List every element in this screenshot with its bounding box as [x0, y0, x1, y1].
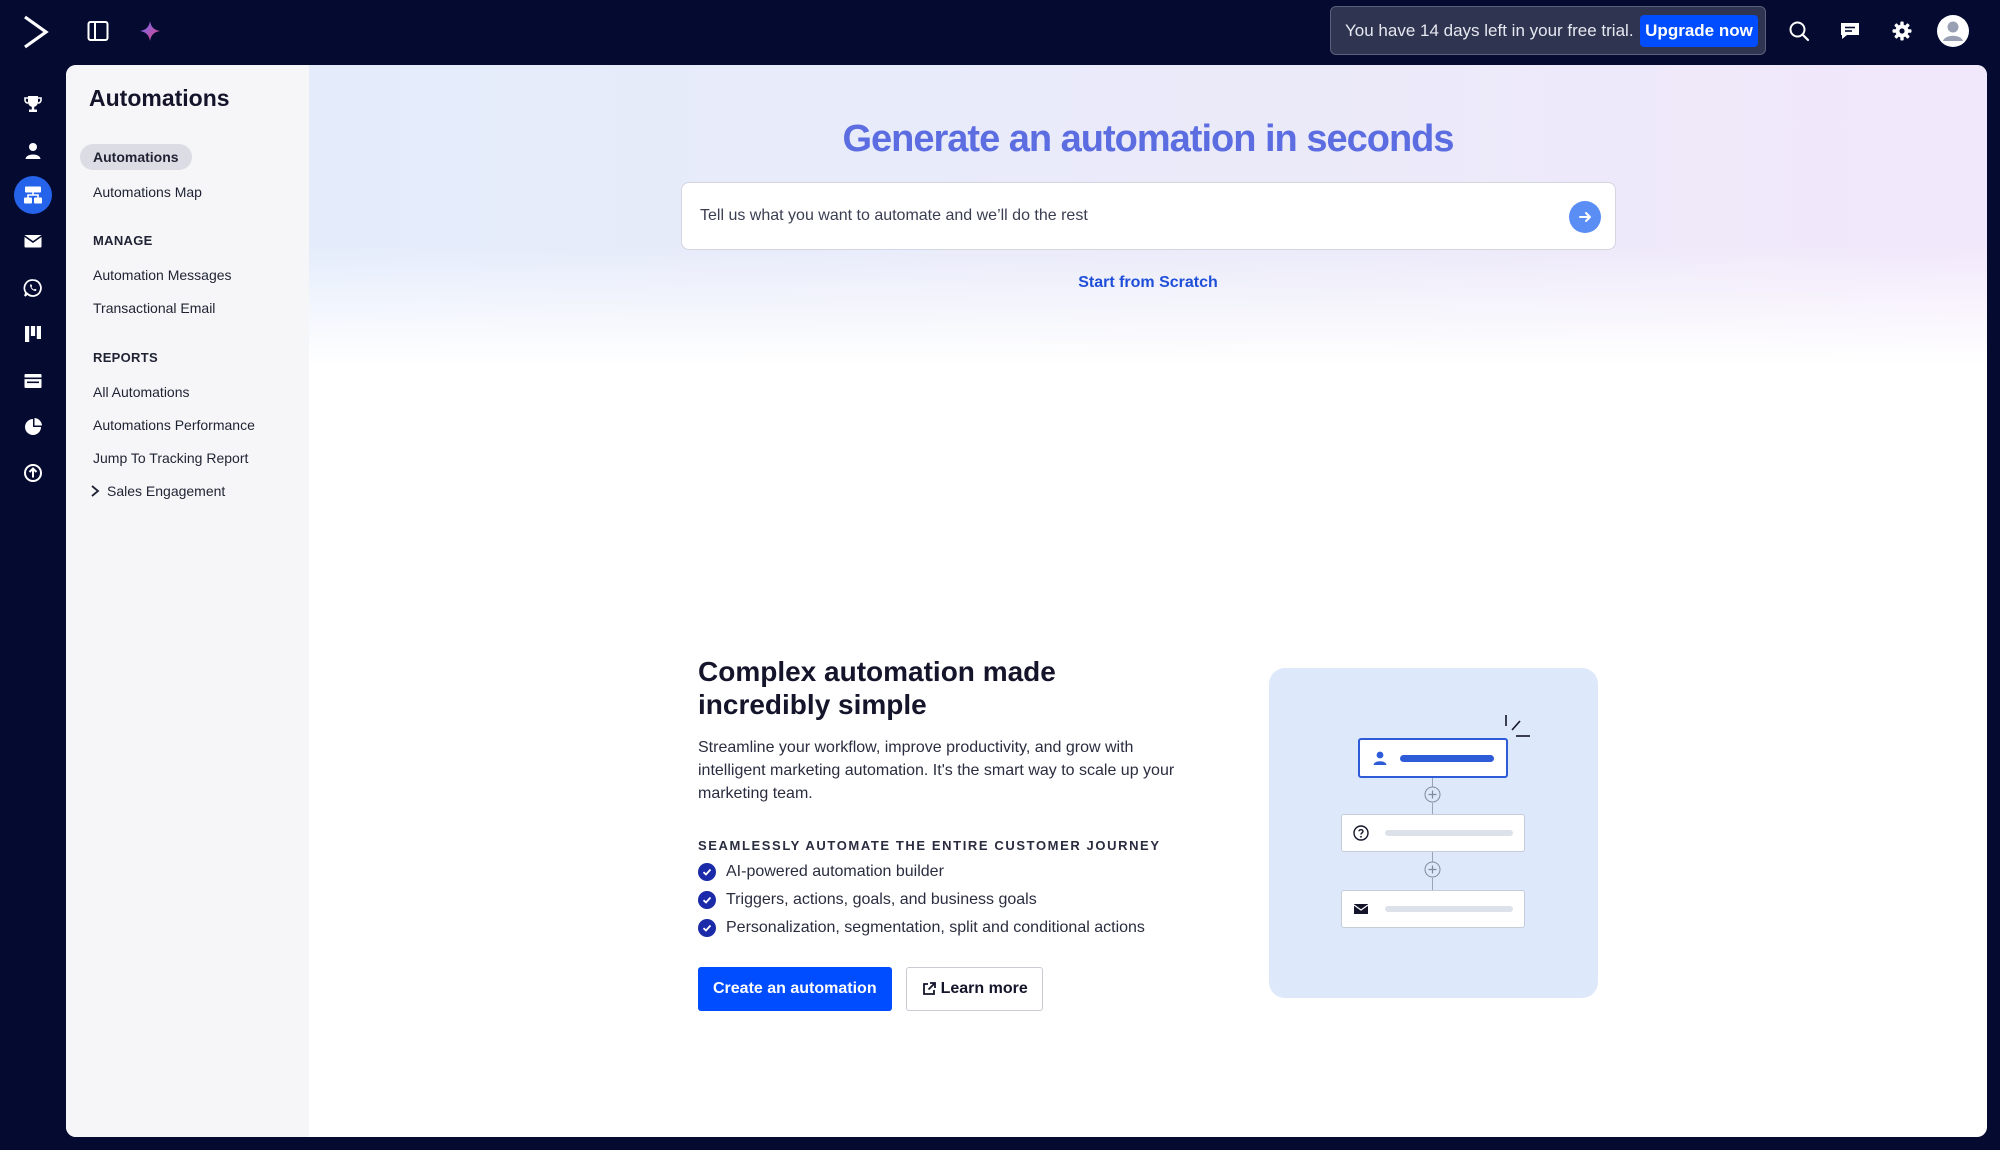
nav-item-sales-engagement[interactable]: Sales Engagement — [91, 483, 226, 501]
hero-section: Generate an automation in seconds Start … — [309, 65, 1987, 365]
question-icon — [1353, 825, 1369, 841]
contact-icon — [1373, 751, 1387, 765]
nav-item-transactional-email[interactable]: Transactional Email — [93, 300, 215, 316]
feature-item: Personalization, segmentation, split and… — [698, 919, 1188, 937]
email-icon[interactable] — [14, 222, 52, 260]
ai-sparkle-icon[interactable] — [134, 15, 166, 47]
feature-text: AI-powered automation builder — [726, 863, 944, 880]
check-icon — [698, 891, 716, 909]
cta-buttons: Create an automation Learn more — [698, 967, 1188, 1011]
trigger-card — [1358, 738, 1508, 778]
learn-more-label: Learn more — [940, 980, 1028, 997]
hero-title: Generate an automation in seconds — [842, 118, 1454, 160]
external-link-icon — [922, 982, 936, 995]
top-bar: You have 14 days left in your free trial… — [0, 0, 2000, 64]
check-icon — [698, 919, 716, 937]
whatsapp-icon[interactable] — [14, 269, 52, 307]
manage-heading: MANAGE — [93, 233, 153, 248]
sales-engagement-label: Sales Engagement — [107, 483, 226, 499]
gear-icon[interactable] — [1886, 15, 1918, 47]
automations-icon[interactable] — [14, 176, 52, 214]
email-action-card — [1341, 890, 1525, 928]
trophy-icon[interactable] — [14, 85, 52, 123]
reports-icon[interactable] — [14, 408, 52, 446]
sidebar-toggle-icon[interactable] — [82, 15, 114, 47]
info-description: Streamline your workflow, improve produc… — [698, 739, 1175, 802]
feature-text: Triggers, actions, goals, and business g… — [726, 891, 1037, 908]
chat-icon[interactable] — [1834, 15, 1866, 47]
create-automation-button[interactable]: Create an automation — [698, 967, 892, 1011]
info-section: Complex automation made incredibly simpl… — [698, 655, 1188, 1011]
info-heading: Complex automation made incredibly simpl… — [698, 656, 1056, 720]
nav-item-automations-map[interactable]: Automations Map — [93, 184, 202, 200]
upgrade-icon[interactable] — [14, 454, 52, 492]
search-icon[interactable] — [1783, 15, 1815, 47]
automation-prompt — [681, 182, 1616, 250]
contacts-icon[interactable] — [14, 132, 52, 170]
nav-item-jump-to-tracking-report[interactable]: Jump To Tracking Report — [93, 450, 248, 466]
trial-banner: You have 14 days left in your free trial… — [1330, 6, 1766, 55]
left-rail — [0, 64, 66, 1150]
feature-item: AI-powered automation builder — [698, 863, 1188, 881]
start-from-scratch-link[interactable]: Start from Scratch — [309, 274, 1987, 292]
condition-card — [1341, 814, 1525, 852]
feature-item: Triggers, actions, goals, and business g… — [698, 891, 1188, 909]
automation-prompt-input[interactable] — [700, 183, 1550, 249]
main-panel: Automations Automations Automations Map … — [66, 65, 1987, 1137]
nav-item-all-automations[interactable]: All Automations — [93, 384, 190, 400]
submit-prompt-button[interactable] — [1569, 201, 1601, 233]
chevron-right-icon — [89, 484, 101, 501]
arrow-right-icon — [1579, 212, 1591, 222]
envelope-icon — [1353, 904, 1369, 914]
add-step-icon — [1424, 861, 1441, 878]
reports-heading: REPORTS — [93, 350, 158, 365]
feature-text: Personalization, segmentation, split and… — [726, 919, 1145, 936]
secondary-nav: Automations Automations Automations Map … — [66, 65, 309, 1137]
site-icon[interactable] — [14, 362, 52, 400]
trial-text: You have 14 days left in your free trial… — [1345, 20, 1634, 40]
content-area: Generate an automation in seconds Start … — [309, 65, 1987, 1137]
add-step-icon — [1424, 786, 1441, 803]
nav-item-automations[interactable]: Automations — [80, 144, 192, 170]
upgrade-now-button[interactable]: Upgrade now — [1640, 15, 1758, 47]
nav-item-automation-messages[interactable]: Automation Messages — [93, 267, 232, 283]
avatar-icon[interactable] — [1936, 14, 1970, 48]
learn-more-button[interactable]: Learn more — [905, 967, 1043, 1011]
subnav-title: Automations — [89, 85, 230, 111]
activecampaign-logo[interactable] — [22, 14, 50, 50]
nav-item-automations-performance[interactable]: Automations Performance — [93, 417, 255, 433]
check-icon — [698, 863, 716, 881]
info-eyebrow: SEAMLESSLY AUTOMATE THE ENTIRE CUSTOMER … — [698, 838, 1161, 853]
automation-illustration — [1269, 668, 1598, 998]
deals-icon[interactable] — [14, 315, 52, 353]
